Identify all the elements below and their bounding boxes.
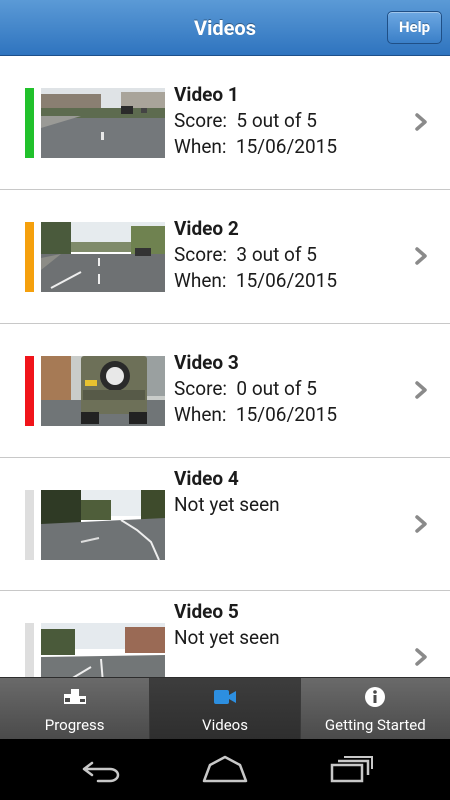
video-list-item-4[interactable]: Video 4 Not yet seen	[0, 458, 450, 591]
tab-getting-started[interactable]: Getting Started	[300, 678, 450, 740]
status-indicator	[25, 490, 34, 560]
tab-videos[interactable]: Videos	[150, 678, 301, 740]
video-thumbnail	[41, 356, 165, 426]
video-score: Score: 3 out of 5	[174, 243, 317, 266]
video-list-item-2[interactable]: Video 2 Score: 3 out of 5 When: 15/06/20…	[0, 190, 450, 324]
video-camera-icon	[213, 690, 236, 704]
chevron-right-icon	[415, 381, 427, 399]
tab-label: Getting Started	[324, 716, 426, 734]
video-title: Video 2	[174, 217, 239, 240]
chevron-right-icon	[415, 247, 427, 265]
tab-bar: Progress Videos Getting Started	[0, 677, 450, 740]
video-thumbnail	[41, 88, 165, 158]
status-indicator	[25, 356, 34, 426]
chevron-right-icon	[415, 648, 427, 666]
video-title: Video 4	[174, 467, 239, 490]
video-title: Video 3	[174, 351, 239, 374]
system-nav-bar	[0, 739, 450, 800]
video-score: Score: 0 out of 5	[174, 377, 317, 400]
podium-icon	[63, 689, 86, 704]
video-status: Not yet seen	[174, 493, 280, 516]
status-indicator	[25, 88, 34, 158]
page-title: Videos	[194, 16, 256, 40]
video-list-item-3[interactable]: Video 3 Score: 0 out of 5 When: 15/06/20…	[0, 324, 450, 458]
video-list-item-5[interactable]: Video 5 Not yet seen	[0, 591, 450, 677]
video-title: Video 1	[174, 83, 239, 106]
tab-label: Progress	[44, 716, 105, 734]
video-list-item-1[interactable]: Video 1 Score: 5 out of 5 When: 15/06/20…	[0, 56, 450, 190]
info-icon	[365, 687, 386, 707]
video-thumbnail	[41, 623, 165, 677]
video-thumbnail	[41, 222, 165, 292]
video-score: Score: 5 out of 5	[174, 109, 317, 132]
chevron-right-icon	[415, 113, 427, 131]
video-date: When: 15/06/2015	[174, 135, 338, 158]
video-title: Video 5	[174, 600, 239, 623]
video-list[interactable]: Video 1 Score: 5 out of 5 When: 15/06/20…	[0, 56, 450, 677]
help-button[interactable]: Help	[387, 11, 442, 44]
video-date: When: 15/06/2015	[174, 269, 338, 292]
video-date: When: 15/06/2015	[174, 403, 338, 426]
recent-apps-icon[interactable]	[328, 753, 376, 785]
app-header: Videos Help	[0, 0, 450, 56]
tab-label: Videos	[202, 716, 248, 734]
back-icon[interactable]	[76, 753, 124, 785]
video-status: Not yet seen	[174, 626, 280, 649]
status-indicator	[25, 623, 34, 677]
home-icon[interactable]	[200, 753, 250, 785]
video-thumbnail	[41, 490, 165, 560]
chevron-right-icon	[415, 515, 427, 533]
status-indicator	[25, 222, 34, 292]
tab-progress[interactable]: Progress	[0, 678, 151, 740]
